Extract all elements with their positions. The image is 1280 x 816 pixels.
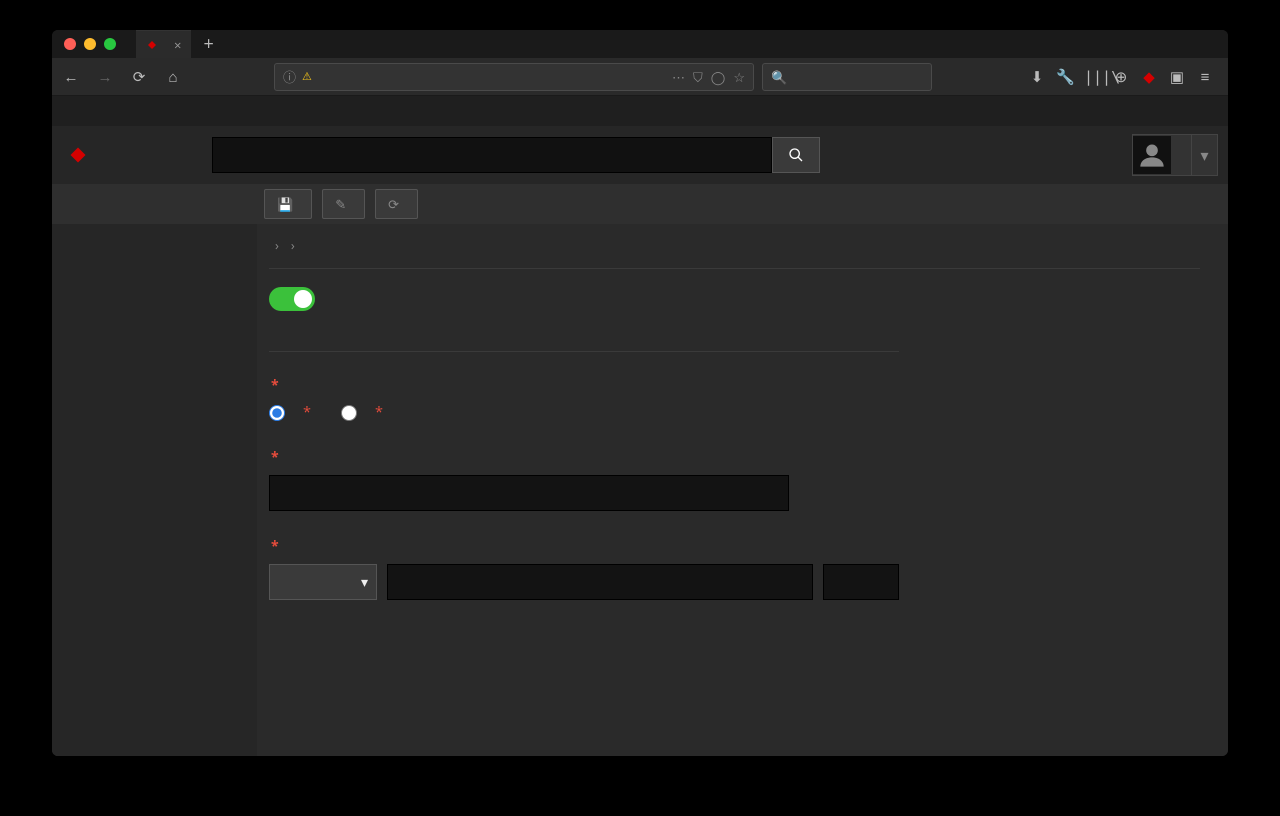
app-header: ▾ [52,126,1228,184]
search-icon [788,147,804,163]
label-server-url: * [269,537,899,556]
browser-tab[interactable]: × [136,30,191,58]
browser-window: × + ← → ⟳ ⌂ ⓘ ⚠ ⋯ ⛉ ◯ ☆ 🔍 ⬇ 🔧 [52,30,1228,756]
passbolt-favicon-icon [146,39,158,51]
main-search-input[interactable] [212,137,772,173]
reload-icon[interactable]: ⟳ [126,67,152,87]
bookmark-icon[interactable]: ☆ [733,68,745,86]
forward-icon[interactable]: → [92,67,118,87]
permissions-icon[interactable]: ◯ [711,68,726,86]
radio-open-ldap[interactable]: * [341,403,383,422]
top-nav [52,96,1228,126]
save-settings-button[interactable]: 💾 [264,189,312,219]
passbolt-ext-icon[interactable]: ◆ [1140,67,1158,87]
radio-active-directory[interactable]: * [269,403,311,422]
menu-icon[interactable]: ≡ [1196,67,1214,87]
refresh-icon: ⟳ [388,195,399,213]
port-input[interactable] [823,564,899,600]
chevron-down-icon[interactable]: ▾ [1191,135,1217,175]
search-icon: 🔍 [771,68,787,86]
extension1-icon[interactable]: ⊕ [1112,67,1130,87]
protocol-select[interactable]: ▾ [269,564,377,600]
library-icon[interactable]: |||\ [1084,68,1102,86]
lock-warning-icon: ⚠ [302,69,312,84]
download-icon[interactable]: ⬇ [1028,67,1046,87]
url-bar[interactable]: ⓘ ⚠ ⋯ ⛉ ◯ ☆ [274,63,754,91]
shield-icon[interactable]: ⛉ [693,68,703,86]
browser-toolbar: ← → ⟳ ⌂ ⓘ ⚠ ⋯ ⛉ ◯ ☆ 🔍 ⬇ 🔧 |||\ ⊕ ◆ [52,58,1228,96]
admin-sidebar [52,224,257,756]
window-controls [52,38,116,50]
back-icon[interactable]: ← [58,67,84,87]
sidebar-icon[interactable]: ▣ [1168,67,1186,87]
titlebar: × + [52,30,1228,58]
content-panel: › › * [257,224,1228,756]
browser-search[interactable]: 🔍 [762,63,932,91]
user-menu[interactable]: ▾ [1132,134,1218,176]
home-icon[interactable]: ⌂ [160,67,186,87]
main-row: › › * [52,224,1228,756]
sidebar-item-mfa[interactable] [62,236,247,244]
minimize-window-icon[interactable] [84,38,96,50]
action-bar: 💾 ✎ ⟳ [52,184,1228,224]
chevron-down-icon: ▾ [361,573,368,592]
maximize-window-icon[interactable] [104,38,116,50]
sidebar-item-users-directory[interactable] [62,244,247,252]
main-search-button[interactable] [772,137,820,173]
info-icon[interactable]: ⓘ [283,67,296,86]
breadcrumb: › › [269,224,1200,269]
simulate-sync-button[interactable]: ✎ [322,189,365,219]
save-icon: 💾 [277,195,293,213]
logo-icon [68,145,88,165]
user-icon [1138,141,1166,169]
section-credentials-title [269,333,899,341]
form-column: * * * [269,287,899,626]
avatar [1133,136,1171,174]
close-tab-icon[interactable]: × [174,36,181,54]
new-tab-button[interactable]: + [191,32,225,56]
close-window-icon[interactable] [64,38,76,50]
main-search [212,137,820,173]
enable-toggle[interactable] [269,287,315,311]
label-domain: * [269,448,899,467]
devtools-icon[interactable]: 🔧 [1056,67,1074,87]
synchronize-button[interactable]: ⟳ [375,189,418,219]
app-root: ▾ 💾 ✎ ⟳ › [52,96,1228,756]
more-icon[interactable]: ⋯ [672,68,685,86]
host-input[interactable] [387,564,813,600]
label-directory-type: * [269,376,899,395]
wand-icon: ✎ [335,195,346,213]
logo[interactable] [62,145,88,165]
domain-input[interactable] [269,475,789,511]
